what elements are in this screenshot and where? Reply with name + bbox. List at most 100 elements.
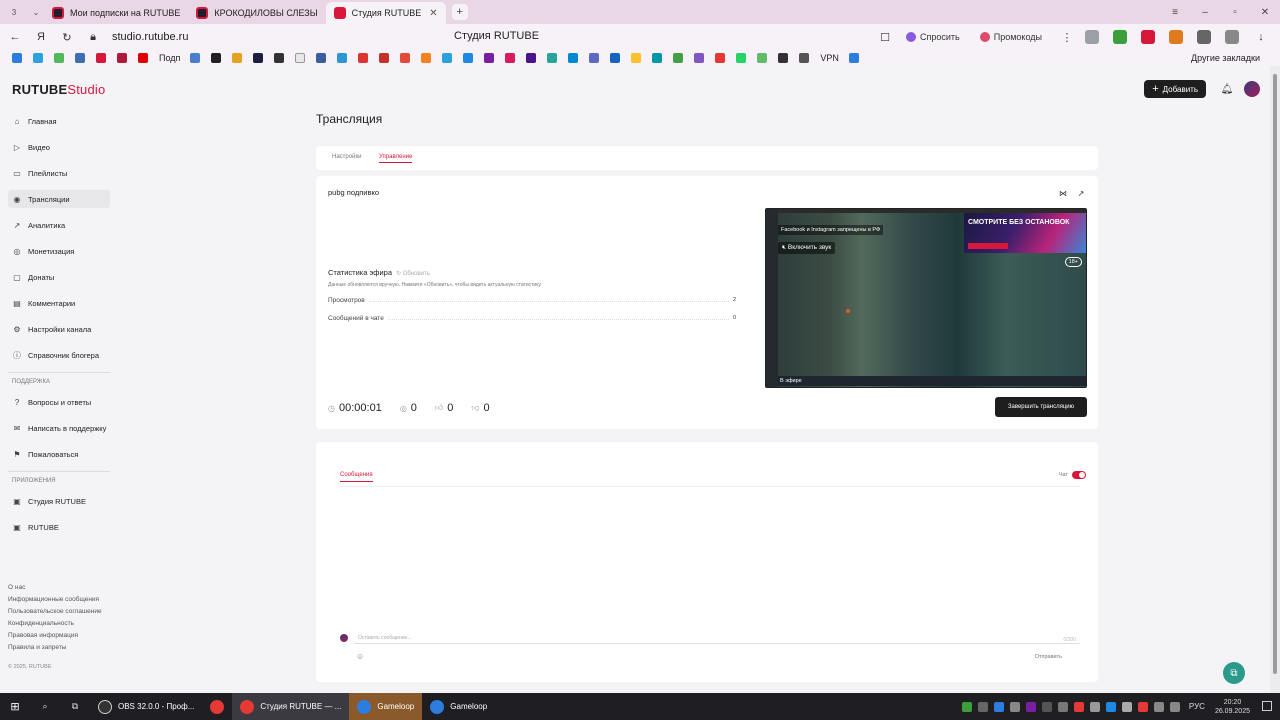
taskbar-app-obs[interactable]: OBS 32.0.0 - Проф... [90,693,202,720]
clock[interactable]: 20:20 26.09.2025 [1215,698,1250,716]
ask-button[interactable]: Спросить [906,32,960,42]
video-ad[interactable]: СМОТРИТЕ БЕЗ ОСТАНОВОК [964,213,1086,253]
share-icon[interactable]: ⋈ [1058,188,1068,198]
notification-icon[interactable] [1262,701,1272,711]
external-link-icon[interactable]: ↗ [1076,188,1086,198]
tab-studio[interactable]: Студия RUTUBE ✕ [325,2,446,24]
windows-start-icon[interactable]: ⊞ [0,693,30,720]
tray-8-icon[interactable] [1073,701,1084,712]
bookmark-14-icon[interactable] [400,53,411,63]
tray-4-icon[interactable] [1009,701,1020,712]
bookmark-2-icon[interactable] [33,53,43,63]
bookmark-23-icon[interactable] [589,53,600,63]
footer-link-about[interactable]: О нас [8,584,102,596]
language-indicator[interactable]: РУС [1189,702,1205,711]
back-icon[interactable]: ← [4,26,26,48]
scrollbar-thumb[interactable] [1273,74,1277,674]
tray-2-icon[interactable] [977,701,988,712]
bookmark-icon[interactable]: ☐ [874,26,896,48]
chat-toggle[interactable]: Чат [1059,471,1086,479]
sidebar-item-write-support[interactable]: ✉ Написать в поддержку [8,419,110,437]
sidebar-item-comments[interactable]: ▤ Комментарии [8,294,110,312]
sidebar-item-donations[interactable]: ▢ Донаты [8,268,110,286]
sidebar-item-streams[interactable]: ◉ Трансляции [8,190,110,208]
add-button[interactable]: + Добавить [1144,80,1206,98]
bookmark-30-icon[interactable] [757,53,768,63]
close-window-icon[interactable]: ✕ [1250,7,1280,18]
bookmark-11-icon[interactable] [337,53,348,63]
download-icon[interactable]: ↓ [1250,26,1272,48]
shield-icon[interactable] [1085,30,1099,44]
tab-settings[interactable]: Настройки [332,154,361,160]
bookmark-31-icon[interactable] [778,53,789,63]
tray-11-icon[interactable] [1121,701,1132,712]
support-chat-button[interactable]: ⧉ [1223,662,1245,684]
bookmark-1-icon[interactable] [12,53,22,63]
bell-icon[interactable]: 🔔︎ [1220,82,1234,96]
bookmark-29-icon[interactable] [715,53,726,63]
taskbar-app-studio[interactable]: Студия RUTUBE — ... [232,693,350,720]
bookmark-vpn-icon[interactable] [799,53,810,63]
bookmark-youtube-icon[interactable] [96,53,106,63]
tab-crocodile[interactable]: КРОКОДИЛОВЫ СЛЕЗЫ [188,2,325,24]
chevron-down-icon[interactable]: ⌄ [28,4,44,20]
footer-link-terms[interactable]: Пользовательское соглашение [8,608,102,620]
bookmark-7-icon[interactable] [253,53,264,63]
chat-input[interactable]: Оставить сообщение... [354,632,1080,644]
emoji-icon[interactable]: ☺ [356,652,364,661]
bookmark-rutube-icon[interactable] [117,53,127,63]
rutube-studio-logo[interactable]: RUTUBEStudio [12,82,105,97]
yandex-icon[interactable]: Я [30,26,52,48]
sidebar-item-studio-app[interactable]: ▣ Студия RUTUBE [8,492,110,510]
sidebar-item-video[interactable]: ▷ Видео [8,138,110,156]
tray-10-icon[interactable] [1105,701,1116,712]
bookmark-whatsapp-icon[interactable] [736,53,747,63]
bookmark-9-icon[interactable] [295,53,306,63]
footer-link-rules[interactable]: Правила и запреты [8,644,102,656]
stream-preview[interactable]: Facebook и Instagram запрещены в РФ 🔇︎ В… [765,208,1087,388]
tray-7-icon[interactable] [1057,701,1068,712]
download-ext-icon[interactable] [1113,30,1127,44]
promo-button[interactable]: Промокоды [979,32,1042,42]
tray-1-icon[interactable] [961,701,972,712]
bookmark-3-icon[interactable] [54,53,64,63]
task-view-icon[interactable]: ⧉ [60,693,90,720]
bookmark-window-icon[interactable]: ≡ [1160,7,1190,18]
avatar[interactable] [1244,81,1260,97]
volume-icon[interactable] [1169,701,1180,712]
bookmark-20-icon[interactable] [526,53,537,63]
sidebar-item-home[interactable]: ⌂ Главная [8,112,110,130]
footer-link-legal[interactable]: Правовая информация [8,632,102,644]
bookmark-16-icon[interactable] [442,53,453,63]
url-field[interactable]: studio.rutube.ru [112,31,188,43]
taskbar-app-gameloop-2[interactable]: Gameloop [422,693,495,720]
sidebar-item-analytics[interactable]: ↗ Аналитика [8,216,110,234]
tray-12-icon[interactable] [1137,701,1148,712]
maximize-icon[interactable]: ▫ [1220,7,1250,18]
bookmark-28-icon[interactable] [694,53,705,63]
taskbar-app-gameloop-1[interactable]: Gameloop [349,693,423,720]
reload-icon[interactable]: ↻ [56,26,78,48]
toggle-switch[interactable] [1072,471,1086,479]
close-icon[interactable]: ✕ [429,8,437,19]
bookmark-4-icon[interactable] [190,53,201,63]
tray-9-icon[interactable] [1089,701,1100,712]
extension-b-icon[interactable] [1169,30,1183,44]
bookmark-24-icon[interactable] [610,53,621,63]
sidebar-item-channel-settings[interactable]: ⚙ Настройки канала [8,320,110,338]
bookmark-26-icon[interactable] [652,53,663,63]
new-tab-button[interactable]: + [451,4,468,20]
bookmark-youtube-red-icon[interactable] [138,53,148,63]
bookmark-17-icon[interactable] [463,53,474,63]
other-bookmarks[interactable]: Другие закладки [1191,53,1260,63]
tab-management[interactable]: Управление [379,154,413,163]
footer-link-info[interactable]: Информационные сообщения [8,596,102,608]
bookmark-podp[interactable]: Подп [159,53,180,63]
lock-icon[interactable]: 🔒︎ [82,26,104,48]
bookmark-15-icon[interactable] [421,53,432,63]
yandex-browser-icon[interactable] [202,693,232,720]
ad-button[interactable] [968,243,1008,249]
sidebar-item-blogger-guide[interactable]: ⓘ Справочник блогера [8,346,110,364]
bookmark-27-icon[interactable] [673,53,684,63]
tab-messages[interactable]: Сообщения [340,472,373,482]
